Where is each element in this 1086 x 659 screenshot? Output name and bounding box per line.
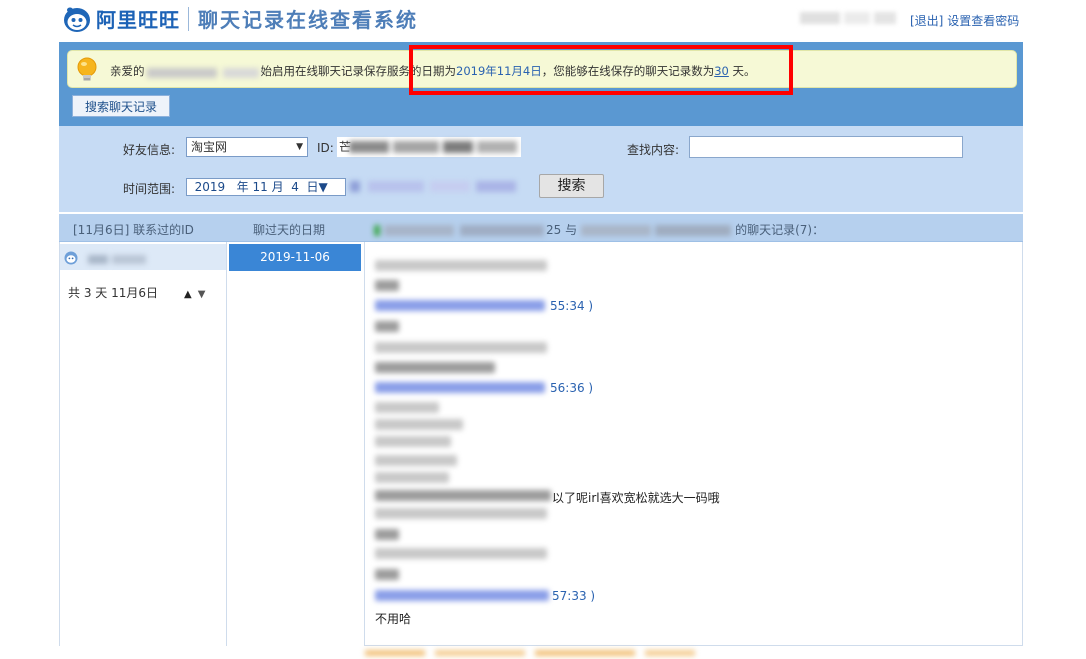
logo-divider xyxy=(188,6,189,31)
wangwang-user-icon xyxy=(64,251,78,265)
logo-text: 阿里旺旺 xyxy=(96,10,180,32)
date-day-unit: 日 xyxy=(306,180,319,194)
logout-link[interactable]: [退出] xyxy=(910,14,943,28)
username-redacted xyxy=(800,8,896,28)
message-text: 不用哈 xyxy=(375,612,412,626)
date-month[interactable]: 11 xyxy=(252,180,267,194)
dropdown-arrow-icon: ▼ xyxy=(296,142,303,152)
message-text: 以了呢irl喜欢宽松就选大一码哦 xyxy=(552,491,720,505)
page-up-icon[interactable]: ▲ xyxy=(184,289,192,300)
redacted-record-time xyxy=(374,225,544,236)
redacted-username xyxy=(146,67,259,78)
redacted-line xyxy=(375,321,399,332)
friend-select-value: 淘宝网 xyxy=(191,140,228,154)
redacted-line xyxy=(375,529,399,540)
message-time: 55:34 ) xyxy=(550,299,594,313)
redacted-line xyxy=(375,508,547,519)
find-content-input[interactable] xyxy=(689,136,963,158)
lightbulb-icon xyxy=(76,57,98,83)
redacted-line xyxy=(375,472,449,483)
start-date-picker[interactable]: 2019 年 11 月 4 日▼ xyxy=(186,178,346,196)
notice-prefix: 亲爱的 xyxy=(110,64,145,78)
friend-site-select[interactable]: 淘宝网 ▼ xyxy=(186,137,308,157)
redacted-line xyxy=(375,342,547,353)
date-dropdown-icon[interactable]: ▼ xyxy=(319,180,328,194)
message-time: 57:33 ) xyxy=(552,589,596,603)
redacted-sender xyxy=(375,382,545,393)
date-year[interactable]: 2019 xyxy=(195,180,226,194)
page-down-icon[interactable]: ▼ xyxy=(198,289,206,300)
redacted-line xyxy=(375,436,451,447)
wangwang-logo-icon xyxy=(62,5,92,33)
redacted-line xyxy=(375,402,439,413)
friend-info-label: 好友信息: xyxy=(123,143,176,157)
chat-dates-header: 聊过天的日期 xyxy=(253,223,326,237)
redacted-line xyxy=(375,280,399,291)
redacted-line xyxy=(375,362,495,373)
record-header-suffix: 的聊天记录(7)： xyxy=(735,223,825,237)
redacted-sender xyxy=(375,590,549,601)
message-time: 56:36 ) xyxy=(550,381,594,395)
contacted-ids-header: [11月6日] 联系过的ID xyxy=(73,223,194,237)
tab-search-chat-records[interactable]: 搜索聊天记录 xyxy=(72,95,170,117)
results-header: [11月6日] 联系过的ID 聊过天的日期 25 与 的聊天记录(7)： xyxy=(59,214,1023,242)
contact-item[interactable] xyxy=(60,244,226,270)
redacted-contact-name xyxy=(88,253,146,264)
redacted-footer xyxy=(365,645,705,656)
set-password-link[interactable]: 设置查看密码 xyxy=(947,14,1019,28)
redacted-id xyxy=(349,141,517,153)
redacted-line xyxy=(375,260,547,271)
date-month-unit: 月 xyxy=(271,180,284,194)
time-range-label: 时间范围: xyxy=(123,182,176,196)
end-date-redacted xyxy=(350,178,526,195)
header: 阿里旺旺 聊天记录在线查看系统 [退出] 设置查看密码 xyxy=(0,0,1086,40)
find-content-label: 查找内容: xyxy=(627,143,680,157)
redacted-sender xyxy=(375,300,545,311)
redacted-line xyxy=(375,490,551,501)
id-label: ID: xyxy=(317,141,334,155)
chat-date-item[interactable]: 2019-11-06 xyxy=(229,244,361,271)
day-pager: 共 3 天 11月6日 ▲ ▼ xyxy=(68,284,205,301)
redacted-partner xyxy=(581,225,732,236)
system-title: 聊天记录在线查看系统 xyxy=(198,10,418,32)
red-highlight-box xyxy=(409,45,793,95)
pager-text: 共 3 天 11月6日 xyxy=(68,286,158,300)
header-links: [退出] 设置查看密码 xyxy=(910,12,1019,29)
redacted-line xyxy=(375,548,547,559)
chat-dates-list: 2019-11-06 xyxy=(227,242,365,646)
date-year-unit: 年 xyxy=(236,180,249,194)
contacted-ids-list: 共 3 天 11月6日 ▲ ▼ xyxy=(59,242,227,646)
search-button[interactable]: 搜索 xyxy=(539,174,604,198)
redacted-line xyxy=(375,419,463,430)
logo: 阿里旺旺 聊天记录在线查看系统 xyxy=(62,4,418,33)
redacted-line xyxy=(375,569,399,580)
id-input[interactable]: 芒 xyxy=(337,137,521,157)
date-day[interactable]: 4 xyxy=(291,180,299,194)
record-header-mid: 25 与 xyxy=(546,223,578,237)
chat-record-header: 25 与 的聊天记录(7)： xyxy=(374,221,824,238)
redacted-line xyxy=(375,455,457,466)
